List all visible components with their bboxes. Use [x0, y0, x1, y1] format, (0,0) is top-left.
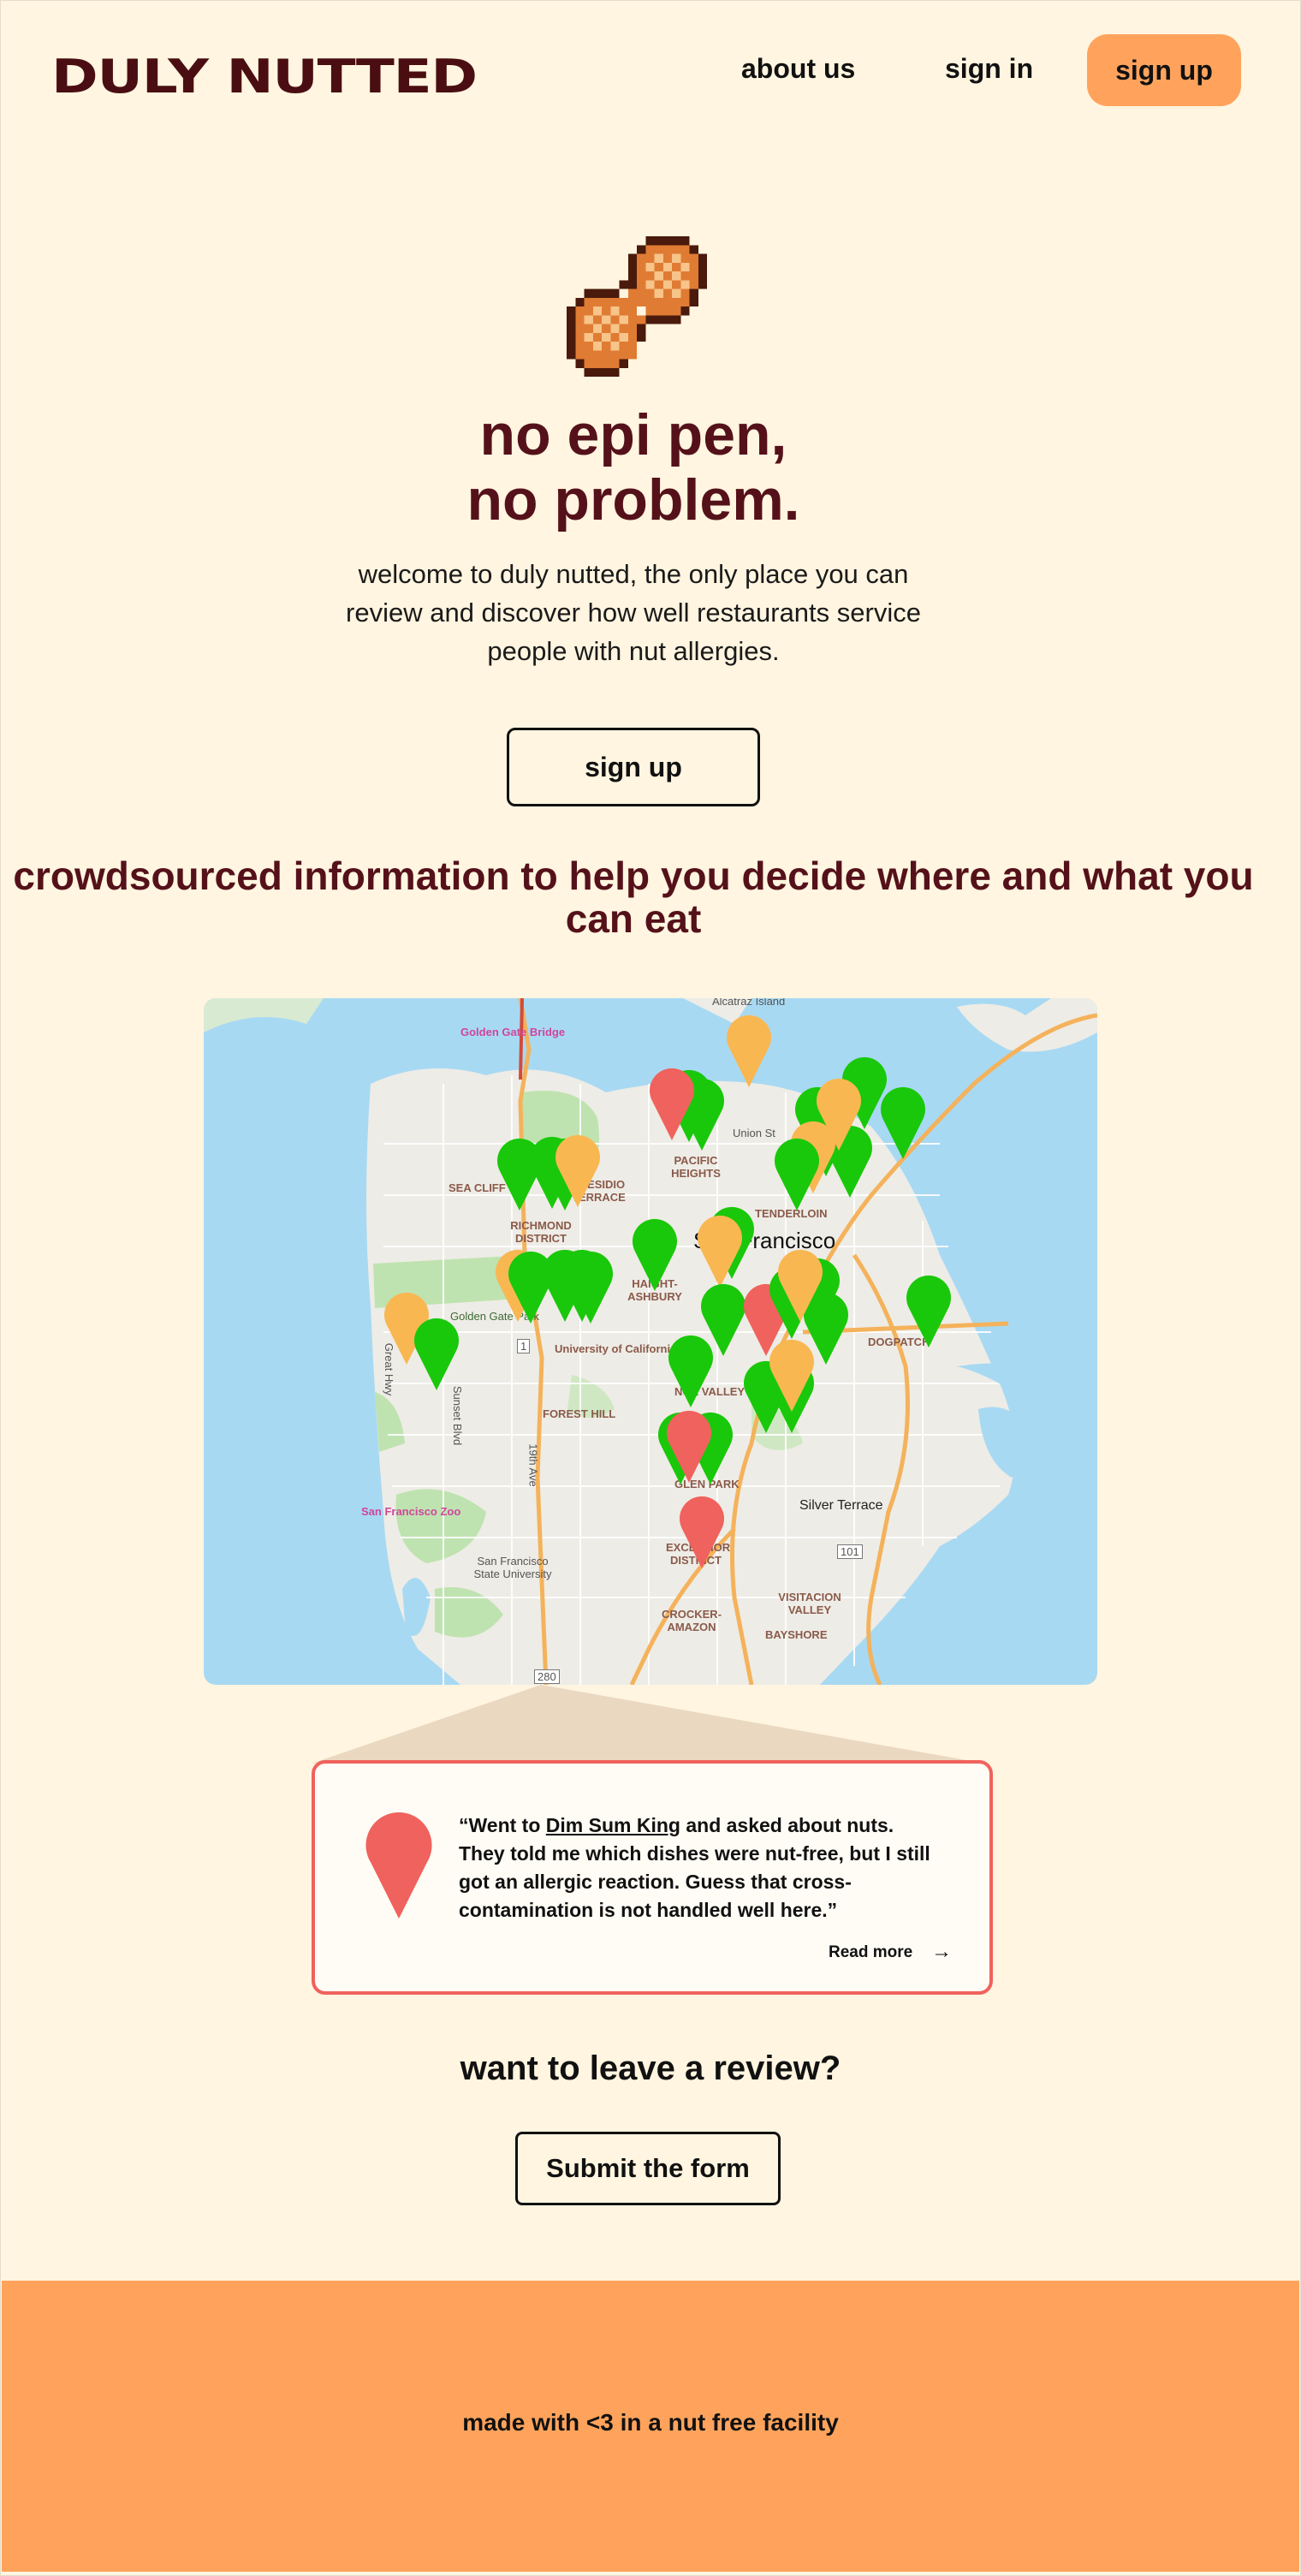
map-label-19th-ave: 19th Ave — [526, 1443, 540, 1487]
cta-title: want to leave a review? — [460, 2049, 841, 2087]
hero-title-line2: no problem. — [466, 467, 800, 532]
review-quote: “Went to Dim Sum King and asked about nu… — [459, 1812, 938, 1925]
map-pin-bad-icon[interactable] — [666, 1407, 712, 1483]
map-label-bayshore: BAYSHORE — [765, 1628, 828, 1641]
map-label-silver-terrace: Silver Terrace — [799, 1498, 883, 1513]
map-label-alcatraz: Alcatraz Island — [712, 998, 786, 1008]
map-pin-good-icon[interactable] — [880, 1084, 926, 1159]
hero-signup-button[interactable]: sign up — [507, 728, 760, 806]
map-pin-mixed-icon[interactable] — [555, 1132, 601, 1207]
map-label-sunset: Sunset Blvd — [451, 1385, 465, 1446]
map-pin-mixed-icon[interactable] — [769, 1336, 815, 1412]
review-card[interactable]: “Went to Dim Sum King and asked about nu… — [312, 1760, 993, 1995]
hero-subtitle: welcome to duly nutted, the only place y… — [346, 559, 921, 666]
map-section-title: crowdsourced information to help you dec… — [13, 854, 1254, 941]
map-label-zoo: San Francisco Zoo — [361, 1505, 461, 1518]
map-pin-good-icon[interactable] — [632, 1216, 678, 1291]
logo[interactable]: DULY NUTTED — [51, 50, 478, 104]
arrow-right-icon[interactable]: → — [931, 1940, 952, 1964]
map-pin-good-icon[interactable] — [668, 1332, 714, 1407]
map-pin-good-icon[interactable] — [906, 1272, 952, 1347]
map-label-crocker: CROCKER-AMAZON — [661, 1608, 722, 1633]
map-pin-good-icon[interactable] — [774, 1135, 820, 1211]
map-label-pacific-heights: PACIFIC HEIGHTS — [671, 1154, 721, 1180]
peanut-icon — [567, 236, 707, 377]
map-pin-good-icon[interactable] — [413, 1315, 460, 1390]
nav-signin-link[interactable]: sign in — [945, 53, 1033, 85]
map-label-union-st: Union St — [733, 1127, 775, 1139]
map-pin-bad-icon[interactable] — [679, 1493, 725, 1568]
map-pin-bad-icon[interactable] — [649, 1065, 695, 1140]
hero-title-line1: no epi pen, — [479, 402, 787, 467]
map-pin-good-icon[interactable] — [567, 1248, 614, 1324]
footer: made with <3 in a nut free facility — [2, 2281, 1299, 2572]
restaurant-map[interactable]: Alcatraz Island Golden Gate Bridge Union… — [204, 998, 1097, 1685]
review-pin-icon — [365, 1812, 432, 1919]
read-more-link[interactable]: Read more — [829, 1943, 912, 1962]
map-pin-mixed-icon[interactable] — [777, 1246, 823, 1322]
map-label-sfsu: San Francisco State University — [473, 1555, 552, 1580]
hero-title: no epi pen, no problem. — [0, 402, 1267, 532]
map-label-hwy280: 280 — [534, 1669, 560, 1684]
map-label-hwy101: 101 — [837, 1544, 863, 1559]
nav-about-link[interactable]: about us — [741, 53, 855, 85]
map-label-visitacion: VISITACION VALLEY — [778, 1591, 841, 1616]
map-pin-mixed-icon[interactable] — [697, 1212, 743, 1288]
map-label-golden-gate: Golden Gate Bridge — [460, 1026, 566, 1038]
footer-text: made with <3 in a nut free facility — [462, 2409, 839, 2436]
map-pin-mixed-icon[interactable] — [726, 1012, 772, 1087]
submit-form-button[interactable]: Submit the form — [515, 2132, 781, 2205]
map-label-ucsf: University of California — [555, 1342, 677, 1355]
review-quote-start: “Went to — [459, 1814, 546, 1836]
restaurant-link[interactable]: Dim Sum King — [546, 1814, 680, 1836]
map-label-hwy1: 1 — [517, 1339, 531, 1353]
map-label-forest-hill: FOREST HILL — [543, 1407, 616, 1420]
map-label-richmond: RICHMOND DISTRICT — [510, 1219, 572, 1245]
nav-signup-button[interactable]: sign up — [1087, 34, 1241, 106]
